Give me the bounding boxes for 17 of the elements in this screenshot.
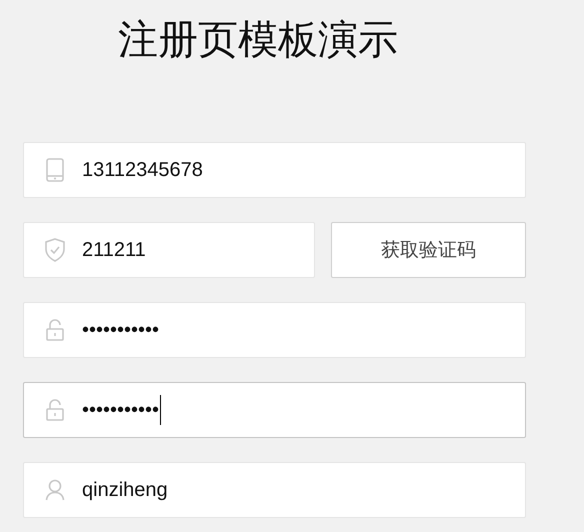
lock-icon	[45, 399, 65, 421]
input-field[interactable]: 13112345678	[23, 142, 526, 198]
input-value: 211211	[82, 238, 146, 263]
input-value: 13112345678	[82, 158, 203, 183]
input-field[interactable]: •••••••••••	[23, 302, 526, 358]
user-icon	[45, 479, 65, 501]
input-value: •••••••••••	[82, 395, 162, 425]
phone-icon	[46, 158, 64, 182]
input-value: qinziheng	[82, 478, 168, 503]
input-field[interactable]: qinziheng	[23, 462, 526, 518]
get-code-button[interactable]: 获取验证码	[331, 222, 526, 278]
input-field[interactable]: •••••••••••	[23, 382, 526, 438]
input-value: •••••••••••	[82, 318, 160, 343]
page-title: 注册页模板演示	[118, 16, 398, 65]
shield-check-icon	[44, 238, 66, 262]
input-field[interactable]: 211211	[23, 222, 315, 278]
lock-icon	[45, 319, 65, 341]
